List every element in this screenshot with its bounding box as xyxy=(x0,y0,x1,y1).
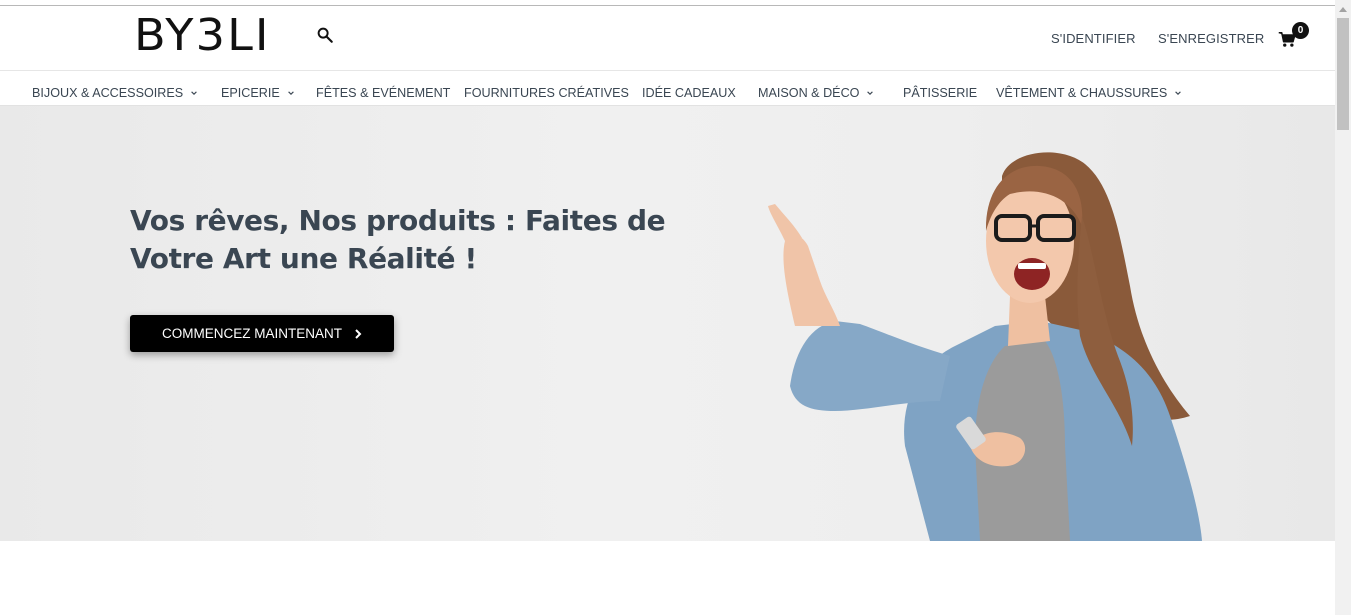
scrollbar-thumb[interactable] xyxy=(1337,18,1349,130)
search-button[interactable] xyxy=(316,26,336,46)
nav-item-epicerie[interactable]: EPICERIE xyxy=(221,86,295,100)
nav-item-idee-cadeaux[interactable]: IDÉE CADEAUX xyxy=(642,86,736,100)
register-link[interactable]: S'ENREGISTRER xyxy=(1158,31,1264,46)
nav-item-fetes[interactable]: FÊTES & EVÉNEMENT xyxy=(316,86,450,100)
site-header: BY3LI S'IDENTIFIER S'ENREGISTRER 0 xyxy=(0,6,1335,71)
chevron-down-icon xyxy=(867,91,874,95)
nav-item-label: PÂTISSERIE xyxy=(903,86,978,100)
nav-item-label: BIJOUX & ACCESSOIRES xyxy=(32,86,184,100)
main-navigation: BIJOUX & ACCESSOIRES EPICERIE FÊTES & EV… xyxy=(0,72,1335,106)
start-now-button[interactable]: COMMENCEZ MAINTENANT xyxy=(130,315,394,352)
hero-title: Vos rêves, Nos produits : Faites de Votr… xyxy=(130,204,666,275)
site-logo[interactable]: BY3LI xyxy=(134,13,274,59)
chevron-right-icon xyxy=(355,328,362,339)
nav-item-label: VÊTEMENT & CHAUSSURES xyxy=(996,86,1168,100)
logo-text: BY3LI xyxy=(134,10,271,61)
nav-item-patisserie[interactable]: PÂTISSERIE xyxy=(903,86,977,100)
page-scrollbar[interactable] xyxy=(1335,0,1351,615)
nav-item-label: MAISON & DÉCO xyxy=(758,86,860,100)
start-now-label: COMMENCEZ MAINTENANT xyxy=(162,326,342,341)
login-link[interactable]: S'IDENTIFIER xyxy=(1051,31,1136,46)
scroll-up-arrow-icon[interactable] xyxy=(1339,6,1347,12)
nav-item-label: FOURNITURES CRÉATIVES xyxy=(464,86,629,100)
nav-item-bijoux[interactable]: BIJOUX & ACCESSOIRES xyxy=(32,86,198,100)
hero-woman-image xyxy=(768,152,1202,541)
nav-item-label: FÊTES & EVÉNEMENT xyxy=(316,86,451,100)
nav-item-vetement[interactable]: VÊTEMENT & CHAUSSURES xyxy=(996,86,1182,100)
cart-button[interactable]: 0 xyxy=(1278,22,1310,54)
hero-banner: Vos rêves, Nos produits : Faites de Votr… xyxy=(0,106,1335,541)
search-icon xyxy=(317,27,333,43)
chevron-down-icon xyxy=(1175,91,1182,95)
nav-item-label: IDÉE CADEAUX xyxy=(642,86,736,100)
nav-item-fournitures[interactable]: FOURNITURES CRÉATIVES xyxy=(464,86,629,100)
page-viewport: BY3LI S'IDENTIFIER S'ENREGISTRER 0 BIJOU… xyxy=(0,0,1335,615)
chevron-down-icon xyxy=(288,91,294,95)
chevron-down-icon xyxy=(191,91,197,95)
cart-count-badge: 0 xyxy=(1292,22,1309,39)
nav-item-maison-deco[interactable]: MAISON & DÉCO xyxy=(758,86,874,100)
nav-item-label: EPICERIE xyxy=(221,86,280,100)
